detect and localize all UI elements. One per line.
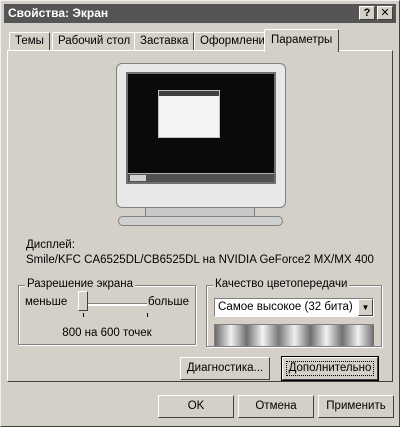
title-bar[interactable]: Свойства: Экран ? ✕ <box>4 4 396 23</box>
resolution-group: Разрешение экрана меньше больше 800 на 6… <box>18 278 196 345</box>
tab-strip: Темы Рабочий стол Заставка Оформление Па… <box>7 29 393 52</box>
color-quality-dropdown-button[interactable]: ▼ <box>358 299 373 316</box>
tab-label: Заставка <box>140 35 189 47</box>
help-button[interactable]: ? <box>359 6 375 20</box>
monitor-preview <box>116 63 286 208</box>
tab-settings[interactable]: Параметры <box>264 29 340 52</box>
help-icon: ? <box>363 7 371 19</box>
chevron-down-icon: ▼ <box>361 303 370 312</box>
color-quality-group: Качество цветопередачи Самое высокое (32… <box>206 278 382 347</box>
resolution-more-label: больше <box>147 296 189 308</box>
apply-button[interactable]: Применить <box>318 395 394 418</box>
ok-button[interactable]: OK <box>158 395 234 418</box>
display-label: Дисплей: <box>26 239 75 251</box>
tab-themes[interactable]: Темы <box>9 32 50 51</box>
cancel-button-label: Отмена <box>255 400 297 412</box>
resolution-slider-track[interactable] <box>83 303 147 306</box>
monitor-base <box>118 216 283 226</box>
resolution-slider-thumb[interactable] <box>78 291 88 311</box>
ok-button-label: OK <box>187 400 205 412</box>
diagnostics-button-label: Диагностика... <box>186 362 264 374</box>
settings-panel: Дисплей: Smile/KFC CA6525DL/CB6525DL на … <box>7 50 393 382</box>
advanced-button[interactable]: Дополнительно <box>281 356 379 381</box>
display-properties-window: Свойства: Экран ? ✕ Темы Рабочий стол За… <box>0 0 400 427</box>
display-device: Smile/KFC CA6525DL/CB6525DL на NVIDIA Ge… <box>26 254 374 266</box>
cancel-button[interactable]: Отмена <box>238 395 314 418</box>
color-quality-preview-strip <box>214 324 374 346</box>
slider-tick <box>83 313 84 317</box>
tab-label: Оформление <box>200 35 272 47</box>
color-quality-select[interactable]: Самое высокое (32 бита) ▼ <box>214 298 374 317</box>
close-button[interactable]: ✕ <box>377 6 393 20</box>
tab-screensaver[interactable]: Заставка <box>134 32 195 51</box>
tab-label: Рабочий стол <box>58 35 131 47</box>
apply-button-label: Применить <box>326 400 386 412</box>
preview-start-button <box>130 175 146 181</box>
monitor-screen <box>126 72 276 184</box>
color-quality-group-title: Качество цветопередачи <box>213 278 350 290</box>
color-quality-value: Самое высокое (32 бита) <box>218 301 353 313</box>
resolution-less-label: меньше <box>25 296 68 308</box>
slider-tick <box>147 313 148 317</box>
close-icon: ✕ <box>380 7 390 19</box>
resolution-value: 800 на 600 точек <box>62 327 152 339</box>
diagnostics-button[interactable]: Диагностика... <box>180 357 270 380</box>
preview-taskbar <box>128 173 274 182</box>
tab-desktop[interactable]: Рабочий стол <box>52 32 137 51</box>
resolution-group-title: Разрешение экрана <box>25 278 136 290</box>
tab-label: Темы <box>15 35 44 47</box>
window-title: Свойства: Экран <box>8 6 109 20</box>
tab-label: Параметры <box>271 34 333 46</box>
preview-window <box>158 90 220 138</box>
